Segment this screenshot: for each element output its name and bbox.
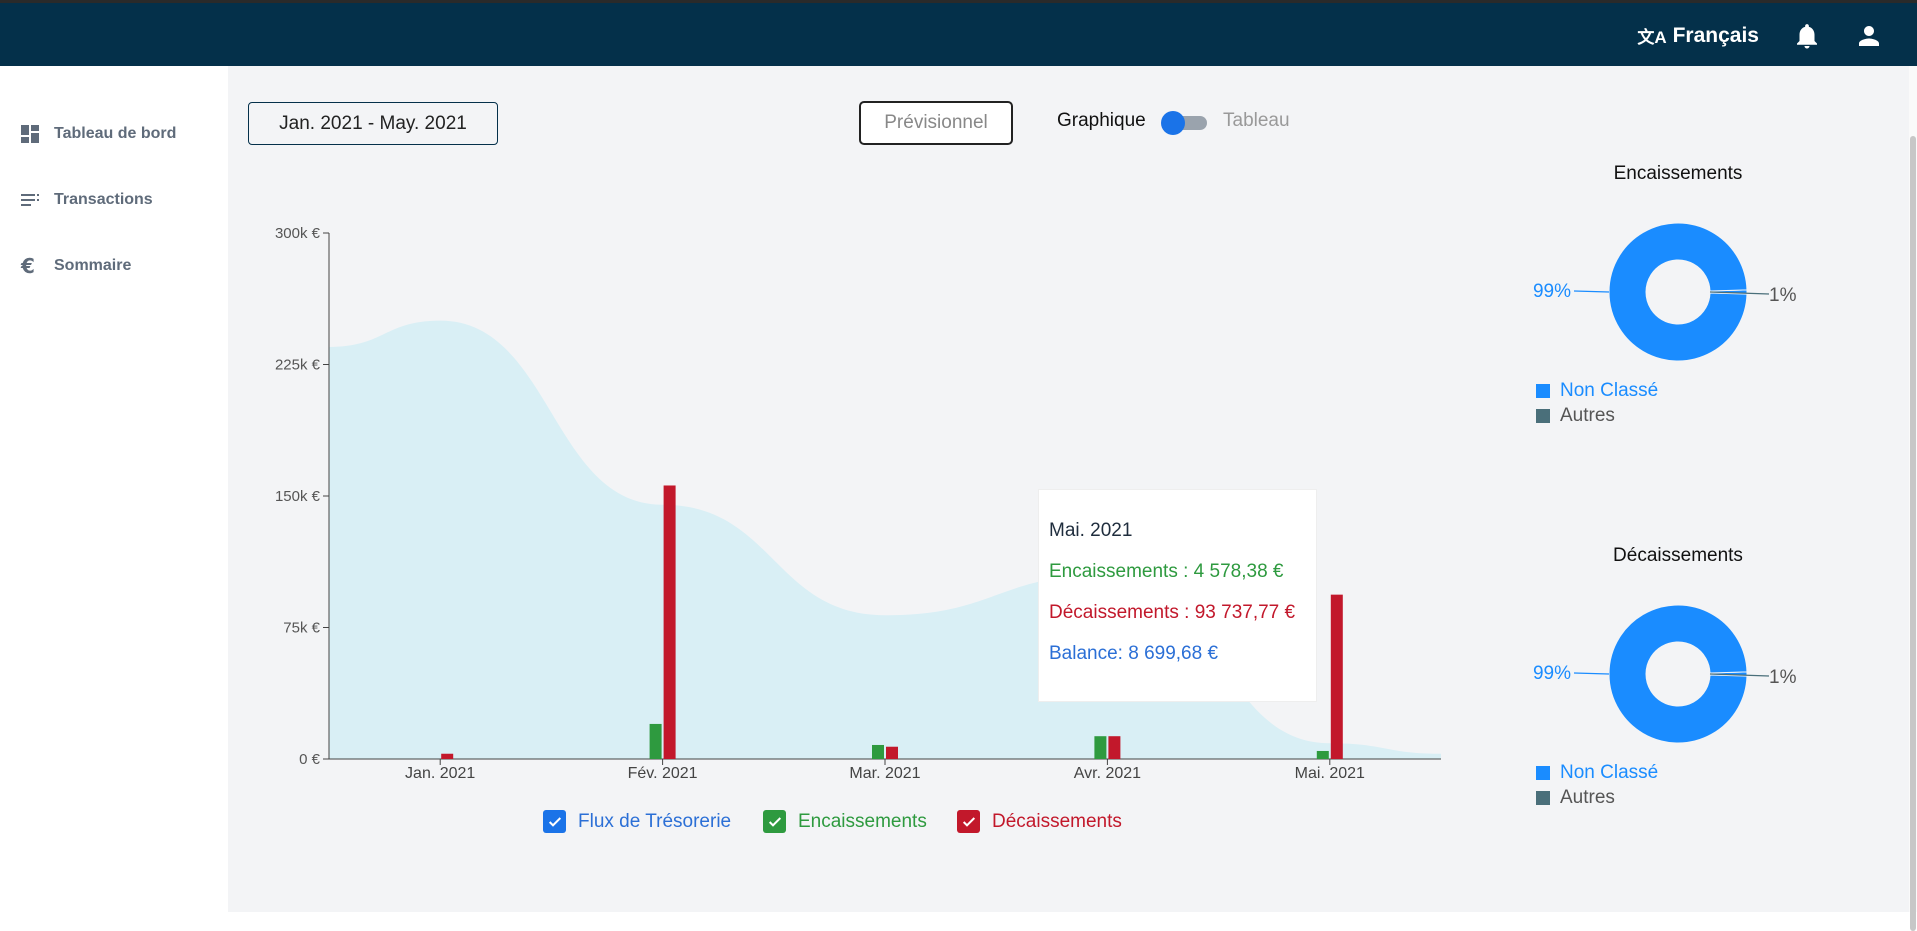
legend-swatch bbox=[1536, 383, 1550, 398]
label-line bbox=[1573, 672, 1610, 675]
language-label: Français bbox=[1672, 23, 1759, 47]
tooltip-decaissements: Décaissements : 93 737,77 € bbox=[1049, 602, 1296, 623]
view-table-label: Tableau bbox=[1223, 110, 1290, 131]
list-icon bbox=[21, 194, 39, 206]
legend-label: Non Classé bbox=[1560, 379, 1659, 401]
label-line bbox=[1573, 290, 1610, 293]
legend-label-decaissements: Décaissements bbox=[992, 810, 1122, 832]
scrollbar-thumb[interactable] bbox=[1910, 136, 1916, 931]
legend-label-flux: Flux de Trésorerie bbox=[578, 810, 732, 832]
sidebar-item-transactions[interactable]: Transactions bbox=[18, 188, 153, 212]
date-range-button[interactable]: Jan. 2021 - May. 2021 bbox=[248, 102, 498, 145]
donut-percent-label: 99% bbox=[1533, 663, 1571, 684]
legend-label: Autres bbox=[1560, 786, 1615, 808]
legend-encaissements[interactable]: Encaissements bbox=[763, 810, 927, 833]
view-toggle[interactable] bbox=[1161, 111, 1209, 135]
sidebar-item-label: Tableau de bord bbox=[54, 125, 177, 142]
scrollbar[interactable] bbox=[1909, 66, 1917, 931]
donut-decaissements: 99% 1% bbox=[1533, 604, 1797, 744]
sidebar-item-label: Transactions bbox=[54, 191, 153, 208]
checkbox-decaissements[interactable] bbox=[957, 810, 980, 833]
check-icon bbox=[768, 816, 781, 827]
donut-encaissements: 99% 1% bbox=[1533, 222, 1797, 362]
tooltip-encaissements: Encaissements : 4 578,38 € bbox=[1049, 561, 1284, 582]
top-bar: 文A Français bbox=[0, 0, 1917, 66]
legend-label-encaissements: Encaissements bbox=[798, 810, 927, 832]
donut-legend-encaissements: Non Classé Autres bbox=[1536, 378, 1658, 428]
legend-swatch bbox=[1536, 408, 1550, 423]
tooltip-balance: Balance: 8 699,68 € bbox=[1049, 643, 1219, 664]
euro-icon: € bbox=[20, 254, 35, 278]
checkbox-encaissements[interactable] bbox=[763, 810, 786, 833]
legend-swatch bbox=[1536, 790, 1550, 805]
translate-icon: 文A bbox=[1637, 28, 1667, 47]
sidebar-item-label: Sommaire bbox=[54, 257, 132, 274]
tooltip-title: Mai. 2021 bbox=[1049, 520, 1133, 541]
sidebar-item-sommaire[interactable]: € Sommaire bbox=[18, 254, 131, 278]
legend-flux[interactable]: Flux de Trésorerie bbox=[543, 810, 731, 833]
svg-text:€: € bbox=[20, 254, 35, 278]
checkbox-flux[interactable] bbox=[543, 810, 566, 833]
legend-label: Non Classé bbox=[1560, 761, 1659, 783]
donut-title-decaissements: Décaissements bbox=[1613, 545, 1743, 566]
donut-legend-decaissements: Non Classé Autres bbox=[1536, 760, 1658, 810]
sidebar: Tableau de bord Transactions € Sommaire bbox=[0, 66, 228, 912]
donut-percent-label: 1% bbox=[1769, 667, 1797, 688]
dashboard-icon bbox=[21, 125, 39, 143]
legend-label: Autres bbox=[1560, 404, 1615, 426]
sidebar-item-tableau-de-bord[interactable]: Tableau de bord bbox=[18, 122, 176, 146]
user-icon[interactable] bbox=[1854, 21, 1884, 51]
chart-tooltip: Mai. 2021 Encaissements : 4 578,38 € Déc… bbox=[1038, 489, 1317, 702]
language-selector[interactable]: 文A Français bbox=[1637, 23, 1759, 48]
legend-decaissements[interactable]: Décaissements bbox=[957, 810, 1122, 833]
bell-icon[interactable] bbox=[1792, 21, 1822, 51]
legend-swatch bbox=[1536, 765, 1550, 780]
view-graph-label: Graphique bbox=[1057, 110, 1146, 131]
donut-percent-label: 1% bbox=[1769, 285, 1797, 306]
forecast-button[interactable]: Prévisionnel bbox=[859, 101, 1013, 145]
donut-title-encaissements: Encaissements bbox=[1613, 163, 1743, 184]
check-icon bbox=[962, 816, 975, 827]
check-icon bbox=[548, 816, 561, 827]
toggle-knob bbox=[1161, 111, 1185, 135]
donut-percent-label: 99% bbox=[1533, 281, 1571, 302]
